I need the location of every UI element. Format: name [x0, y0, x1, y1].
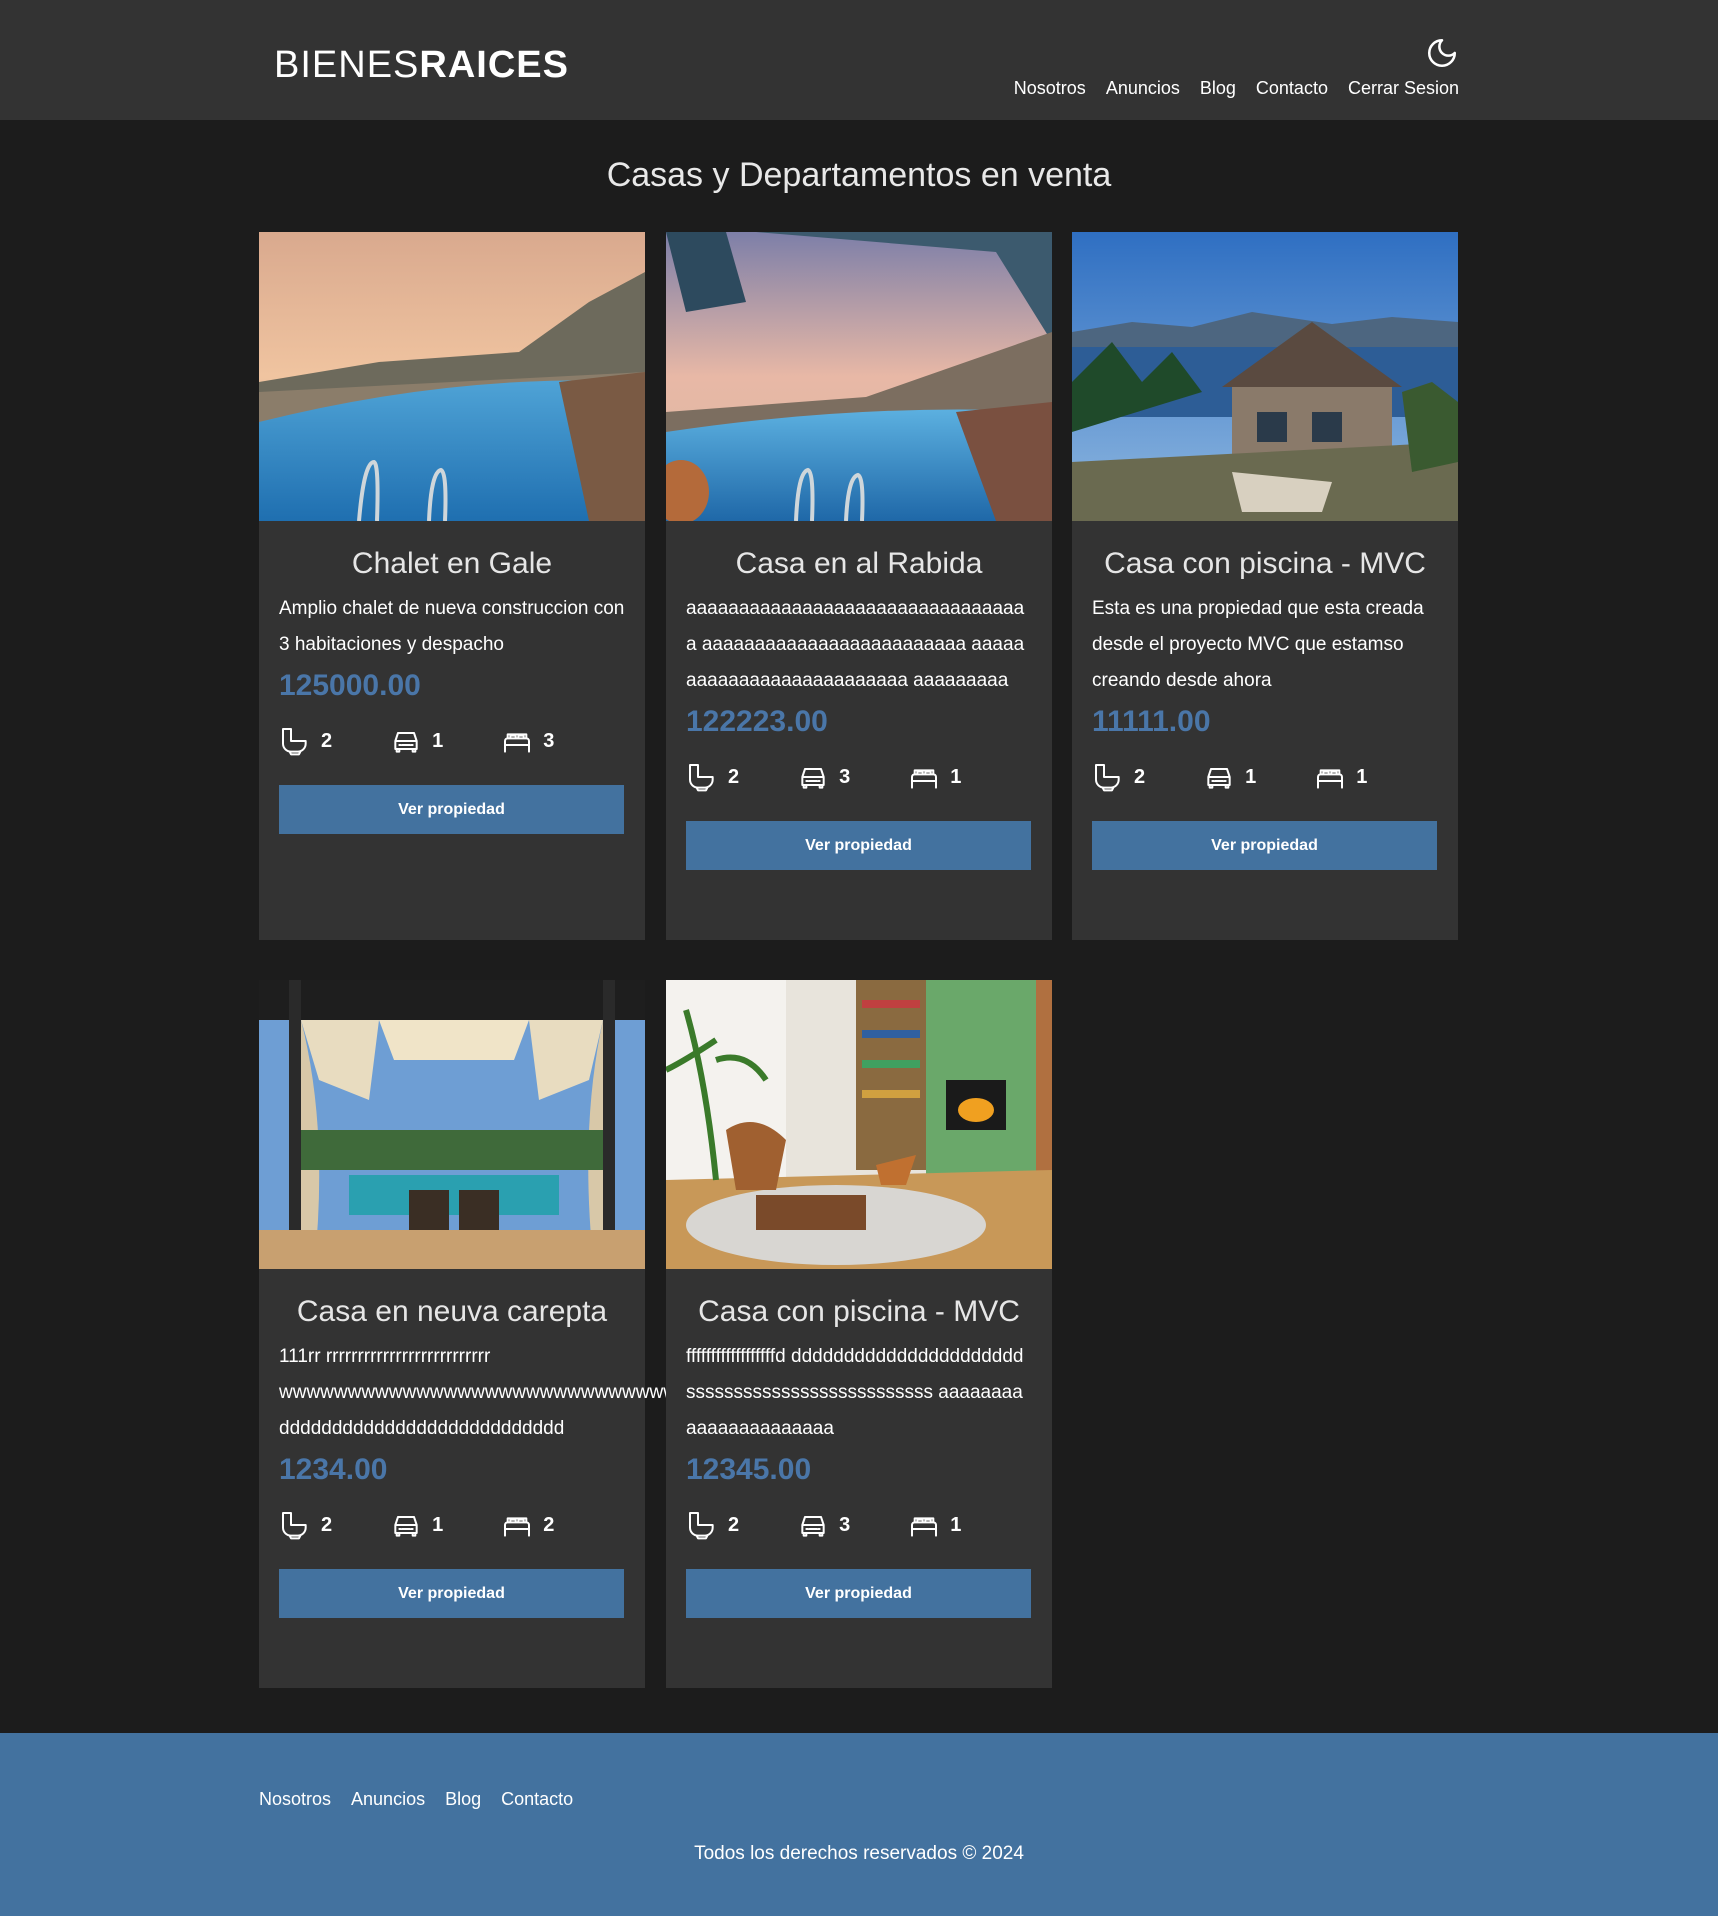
- feature-wc: 2: [686, 1509, 739, 1541]
- property-title: Casa en neuva carepta: [296, 1295, 608, 1328]
- bed-icon: [1317, 769, 1344, 789]
- property-features: 2 3 1: [686, 761, 1032, 793]
- view-property-button[interactable]: Ver propiedad: [1092, 821, 1437, 870]
- property-features: 2 1 3: [279, 725, 625, 757]
- rooms-count: 1: [950, 1513, 962, 1536]
- car-icon: [394, 732, 418, 753]
- property-description: Amplio chalet de nueva construccion con …: [279, 598, 625, 655]
- feature-parking: 1: [390, 725, 443, 757]
- property-title: Casa con piscina - MVC: [698, 1295, 1020, 1328]
- property-features: 2 1 1: [1092, 761, 1438, 793]
- wc-count: 2: [728, 765, 740, 788]
- wc-count: 2: [1134, 765, 1146, 788]
- property-price: 11111.00: [1092, 705, 1211, 738]
- site-logo[interactable]: BIENESRAICES: [274, 44, 569, 87]
- nav-link-blog[interactable]: Blog: [1200, 78, 1236, 99]
- footer-link-blog[interactable]: Blog: [445, 1789, 481, 1810]
- site-header: BIENESRAICES Nosotros Anuncios Blog Cont…: [0, 0, 1718, 120]
- wc-count: 2: [321, 729, 333, 752]
- property-image: [259, 980, 645, 1269]
- feature-rooms: 1: [1314, 761, 1367, 793]
- property-image: [666, 232, 1052, 521]
- feature-rooms: 1: [908, 1509, 961, 1541]
- toilet-icon: [689, 1512, 714, 1540]
- property-card: Casa con piscina - MVC fffffffffffffffff…: [666, 980, 1052, 1688]
- property-title: Chalet en Gale: [351, 547, 553, 580]
- property-image: [666, 980, 1052, 1269]
- property-card: Casa en al Rabida aaaaaaaaaaaaaaaaaaaaaa…: [666, 232, 1052, 940]
- feature-wc: 2: [279, 725, 332, 757]
- nav-link-anuncios[interactable]: Anuncios: [1106, 78, 1180, 99]
- feature-wc: 2: [279, 1509, 332, 1541]
- parking-count: 1: [432, 1513, 444, 1536]
- footer-link-contacto[interactable]: Contacto: [501, 1789, 573, 1810]
- view-property-button[interactable]: Ver propiedad: [279, 1569, 624, 1618]
- property-description: ffffffffffffffffffd dddddddddddddddddddd…: [686, 1346, 1024, 1439]
- rooms-count: 3: [543, 729, 555, 752]
- property-image: [259, 232, 645, 521]
- property-price: 122223.00: [686, 705, 828, 738]
- property-price: 1234.00: [279, 1453, 388, 1486]
- rooms-count: 1: [950, 765, 962, 788]
- property-card: Chalet en Gale Amplio chalet de nueva co…: [259, 232, 645, 940]
- wc-count: 2: [321, 1513, 333, 1536]
- rooms-count: 1: [1356, 765, 1368, 788]
- feature-rooms: 3: [501, 725, 554, 757]
- property-card: Casa con piscina - MVC Esta es una propi…: [1072, 232, 1458, 940]
- logo-text-bold: RAICES: [419, 44, 569, 86]
- page-title: Casas y Departamentos en venta: [606, 156, 1112, 194]
- car-icon: [1207, 768, 1231, 789]
- nav-link-nosotros[interactable]: Nosotros: [1014, 78, 1086, 99]
- parking-count: 3: [839, 765, 851, 788]
- property-card: Casa en neuva carepta 111rr rrrrrrrrrrrr…: [259, 980, 704, 1688]
- feature-wc: 2: [686, 761, 739, 793]
- toilet-icon: [282, 728, 307, 756]
- logo-text-light: BIENES: [274, 44, 420, 86]
- property-description: Esta es una propiedad que esta creada de…: [1092, 598, 1424, 691]
- parking-count: 3: [839, 1513, 851, 1536]
- rooms-count: 2: [543, 1513, 555, 1536]
- copyright-text: Todos los derechos reservados © 2024: [694, 1843, 1024, 1864]
- bed-icon: [911, 1517, 938, 1537]
- footer-link-anuncios[interactable]: Anuncios: [351, 1789, 425, 1810]
- site-footer: Nosotros Anuncios Blog Contacto Todos lo…: [0, 1733, 1718, 1916]
- property-price: 12345.00: [686, 1453, 812, 1486]
- feature-rooms: 1: [908, 761, 961, 793]
- view-property-button[interactable]: Ver propiedad: [686, 1569, 1031, 1618]
- feature-rooms: 2: [501, 1509, 554, 1541]
- feature-parking: 1: [390, 1509, 443, 1541]
- property-description: aaaaaaaaaaaaaaaaaaaaaaaaaaaaaaaaa aaaaaa…: [686, 598, 1025, 691]
- footer-link-nosotros[interactable]: Nosotros: [259, 1789, 331, 1810]
- nav-link-contacto[interactable]: Contacto: [1256, 78, 1328, 99]
- nav-link-cerrar-sesion[interactable]: Cerrar Sesion: [1348, 78, 1459, 99]
- feature-wc: 2: [1092, 761, 1145, 793]
- toilet-icon: [282, 1512, 307, 1540]
- moon-icon[interactable]: [1425, 36, 1459, 70]
- feature-parking: 1: [1203, 761, 1256, 793]
- feature-parking: 3: [797, 1509, 850, 1541]
- property-title: Casa en al Rabida: [735, 547, 983, 580]
- view-property-button[interactable]: Ver propiedad: [279, 785, 624, 834]
- main-nav: Nosotros Anuncios Blog Contacto Cerrar S…: [1014, 78, 1459, 99]
- property-features: 2 3 1: [686, 1509, 1032, 1541]
- view-property-button[interactable]: Ver propiedad: [686, 821, 1031, 870]
- toilet-icon: [1095, 764, 1120, 792]
- parking-count: 1: [432, 729, 444, 752]
- car-icon: [394, 1516, 418, 1537]
- property-title: Casa con piscina - MVC: [1104, 547, 1426, 580]
- bed-icon: [504, 1517, 531, 1537]
- property-description: 111rr rrrrrrrrrrrrrrrrrrrrrrrrrr wwwwwww…: [279, 1346, 705, 1439]
- wc-count: 2: [728, 1513, 740, 1536]
- car-icon: [801, 1516, 825, 1537]
- feature-parking: 3: [797, 761, 850, 793]
- property-features: 2 1 2: [279, 1509, 625, 1541]
- property-price: 125000.00: [279, 669, 421, 702]
- property-image: [1072, 232, 1458, 521]
- bed-icon: [504, 733, 531, 753]
- car-icon: [801, 768, 825, 789]
- footer-nav: Nosotros Anuncios Blog Contacto: [259, 1789, 573, 1810]
- bed-icon: [911, 769, 938, 789]
- parking-count: 1: [1245, 765, 1257, 788]
- toilet-icon: [689, 764, 714, 792]
